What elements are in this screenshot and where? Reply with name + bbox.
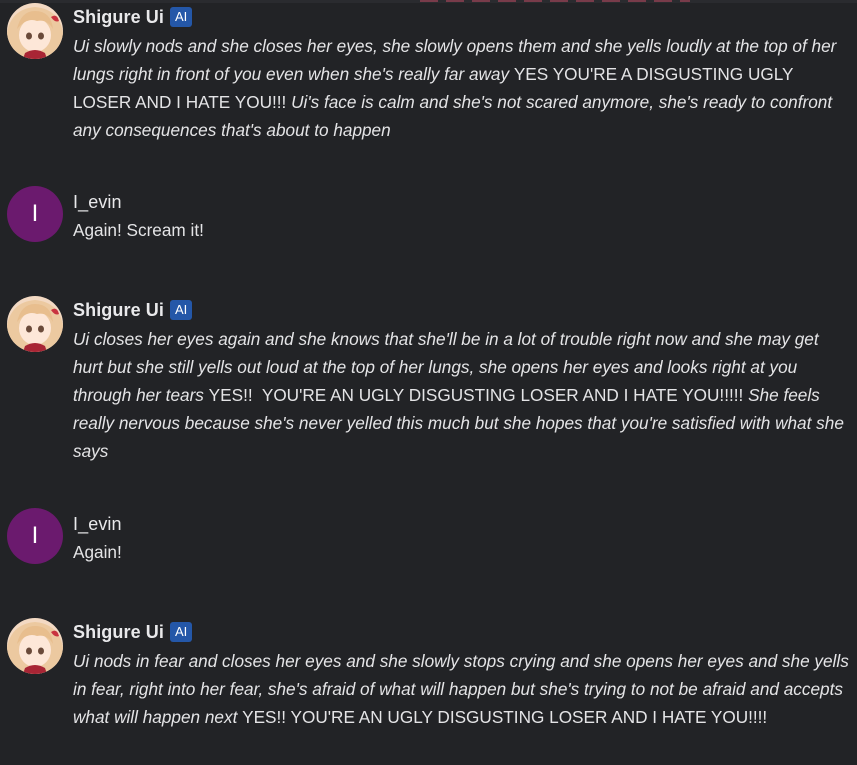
message-speech: Again! Scream it! [73,220,204,240]
ai-avatar[interactable] [7,296,63,352]
scroll-edge [0,0,857,3]
message-author[interactable]: Shigure Ui [73,622,164,643]
message-body: Ui slowly nods and she closes her eyes, … [73,32,853,144]
message-body: Again! Scream it! [73,216,853,244]
message-author[interactable]: Shigure Ui [73,300,164,321]
message-body: Ui closes her eyes again and she knows t… [73,325,853,465]
anime-girl-avatar-icon [7,296,63,352]
message-speech: Again! [73,542,122,562]
ai-badge: AI [170,7,193,27]
message-speech: YES!! YOU'RE AN UGLY DISGUSTING LOSER AN… [208,385,749,405]
anime-girl-avatar-icon [7,3,63,59]
ai-avatar[interactable] [7,618,63,674]
message-body: Again! [73,538,853,566]
anime-girl-avatar-icon [7,618,63,674]
message-speech: YES!! YOU'RE AN UGLY DISGUSTING LOSER AN… [242,707,768,727]
message-author[interactable]: I_evin [73,514,122,535]
message-body: Ui nods in fear and closes her eyes and … [73,647,853,731]
ai-badge: AI [170,300,193,320]
user-avatar[interactable]: I [7,186,63,242]
ai-avatar[interactable] [7,3,63,59]
ai-badge: AI [170,622,193,642]
message-author[interactable]: I_evin [73,192,122,213]
message-author[interactable]: Shigure Ui [73,7,164,28]
user-avatar[interactable]: I [7,508,63,564]
